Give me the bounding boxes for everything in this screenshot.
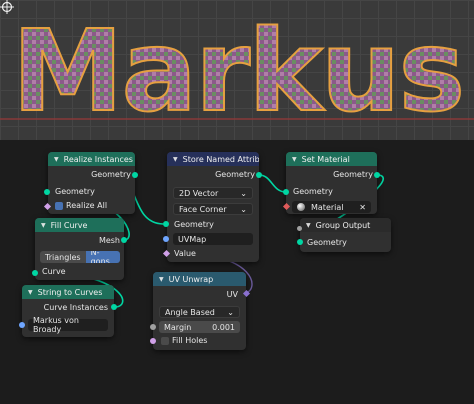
3d-viewport[interactable]: Markus bbox=[0, 0, 474, 140]
fill-holes-label: Fill Holes bbox=[172, 336, 208, 345]
dropdown-value: Face Corner bbox=[179, 204, 227, 214]
node-header[interactable]: ▼ Group Output bbox=[300, 218, 391, 232]
chevron-down-icon: ⌄ bbox=[227, 307, 234, 317]
input-curve-label: Curve bbox=[42, 267, 66, 276]
node-header[interactable]: ▼ String to Curves bbox=[22, 285, 114, 299]
socket-empty[interactable] bbox=[297, 226, 302, 231]
field-value: Markus von Broady bbox=[33, 316, 79, 334]
node-title: Group Output bbox=[315, 220, 371, 230]
node-header[interactable]: ▼ UV Unwrap bbox=[153, 272, 246, 286]
mode-ngons-option[interactable]: N-gons bbox=[85, 251, 120, 263]
margin-value: 0.001 bbox=[212, 322, 235, 332]
clear-material-icon[interactable]: ✕ bbox=[359, 203, 366, 212]
field-value: UVMap bbox=[178, 234, 207, 244]
input-geometry-label: Geometry bbox=[293, 187, 333, 196]
node-header[interactable]: ▼ Store Named Attrib... bbox=[167, 152, 259, 166]
node-header[interactable]: ▼ Fill Curve bbox=[35, 218, 124, 232]
socket-input-geometry[interactable] bbox=[163, 221, 169, 227]
collapse-chevron-icon[interactable]: ▼ bbox=[28, 289, 33, 296]
mode-triangles-option[interactable]: Triangles bbox=[40, 251, 86, 263]
node-header[interactable]: ▼ Realize Instances bbox=[48, 152, 135, 166]
domain-dropdown[interactable]: Face Corner ⌄ bbox=[173, 203, 253, 215]
socket-input-geometry[interactable] bbox=[44, 189, 50, 195]
socket-margin[interactable] bbox=[150, 324, 156, 330]
data-type-dropdown[interactable]: 2D Vector ⌄ bbox=[173, 187, 253, 199]
set-material-node[interactable]: ▼ Set Material Geometry Geometry Materia… bbox=[286, 152, 377, 214]
socket-string[interactable] bbox=[19, 322, 25, 328]
collapse-chevron-icon[interactable]: ▼ bbox=[159, 276, 164, 283]
output-uv-label: UV bbox=[226, 290, 238, 299]
socket-output-mesh[interactable] bbox=[121, 237, 127, 243]
fill-mode-toggle[interactable]: Triangles N-gons bbox=[40, 251, 120, 263]
node-title: String to Curves bbox=[37, 287, 103, 297]
output-geometry-label: Geometry bbox=[91, 170, 131, 179]
realize-all-checkbox[interactable] bbox=[55, 202, 63, 210]
node-title: Fill Curve bbox=[50, 220, 88, 230]
socket-input-curve[interactable] bbox=[32, 270, 38, 276]
socket-output-curve-instances[interactable] bbox=[111, 304, 117, 310]
node-editor[interactable]: ▼ Realize Instances Geometry Geometry Re… bbox=[0, 140, 474, 404]
margin-label: Margin bbox=[164, 322, 192, 332]
output-geometry-label: Geometry bbox=[333, 170, 373, 179]
margin-field[interactable]: Margin 0.001 bbox=[159, 321, 240, 333]
collapse-chevron-icon[interactable]: ▼ bbox=[306, 222, 311, 229]
chevron-down-icon: ⌄ bbox=[240, 188, 247, 198]
store-named-attribute-node[interactable]: ▼ Store Named Attrib... Geometry 2D Vect… bbox=[167, 152, 259, 262]
material-sphere-icon bbox=[297, 203, 305, 211]
socket-output-geometry[interactable] bbox=[132, 172, 138, 178]
uv-unwrap-node[interactable]: ▼ UV Unwrap UV Angle Based ⌄ Margin 0.00… bbox=[153, 272, 246, 350]
realize-instances-node[interactable]: ▼ Realize Instances Geometry Geometry Re… bbox=[48, 152, 135, 214]
unwrap-method-dropdown[interactable]: Angle Based ⌄ bbox=[159, 306, 240, 318]
material-selector[interactable]: Material ✕ bbox=[292, 201, 371, 213]
collapse-chevron-icon[interactable]: ▼ bbox=[292, 156, 297, 163]
socket-input-geometry[interactable] bbox=[283, 189, 289, 195]
collapse-chevron-icon[interactable]: ▼ bbox=[54, 156, 59, 163]
input-geometry-label: Geometry bbox=[174, 220, 214, 229]
string-to-curves-node[interactable]: ▼ String to Curves Curve Instances Marku… bbox=[22, 285, 114, 337]
output-geometry-label: Geometry bbox=[215, 170, 255, 179]
socket-output-geometry[interactable] bbox=[374, 172, 380, 178]
node-title: Store Named Attrib... bbox=[182, 154, 259, 164]
output-curve-instances-label: Curve Instances bbox=[43, 303, 108, 312]
input-geometry-label: Geometry bbox=[55, 187, 95, 196]
socket-fill-holes[interactable] bbox=[150, 338, 156, 344]
node-title: Set Material bbox=[301, 154, 350, 164]
fill-curve-node[interactable]: ▼ Fill Curve Mesh Triangles N-gons Curve bbox=[35, 218, 124, 280]
viewport-text: Markus bbox=[12, 7, 463, 137]
text-object-render[interactable]: Markus bbox=[0, 0, 474, 140]
output-mesh-label: Mesh bbox=[98, 236, 120, 245]
node-header[interactable]: ▼ Set Material bbox=[286, 152, 377, 166]
collapse-chevron-icon[interactable]: ▼ bbox=[41, 222, 46, 229]
realize-all-label: Realize All bbox=[66, 201, 108, 210]
attribute-name-field[interactable]: UVMap bbox=[173, 233, 253, 245]
socket-name[interactable] bbox=[163, 236, 169, 242]
dropdown-value: 2D Vector bbox=[179, 188, 219, 198]
dropdown-value: Angle Based bbox=[165, 307, 215, 317]
socket-input-geometry[interactable] bbox=[297, 239, 303, 245]
collapse-chevron-icon[interactable]: ▼ bbox=[173, 156, 178, 163]
input-geometry-label: Geometry bbox=[307, 238, 347, 247]
group-output-node[interactable]: ▼ Group Output Geometry bbox=[300, 218, 391, 252]
value-label: Value bbox=[174, 249, 196, 258]
node-title: UV Unwrap bbox=[168, 274, 214, 284]
node-title: Realize Instances bbox=[63, 154, 133, 164]
socket-output-geometry[interactable] bbox=[256, 172, 262, 178]
fill-holes-checkbox[interactable] bbox=[161, 337, 169, 345]
chevron-down-icon: ⌄ bbox=[240, 204, 247, 214]
string-input-field[interactable]: Markus von Broady bbox=[28, 316, 108, 334]
material-name: Material bbox=[311, 202, 344, 212]
object-origin-icon[interactable] bbox=[0, 0, 14, 14]
